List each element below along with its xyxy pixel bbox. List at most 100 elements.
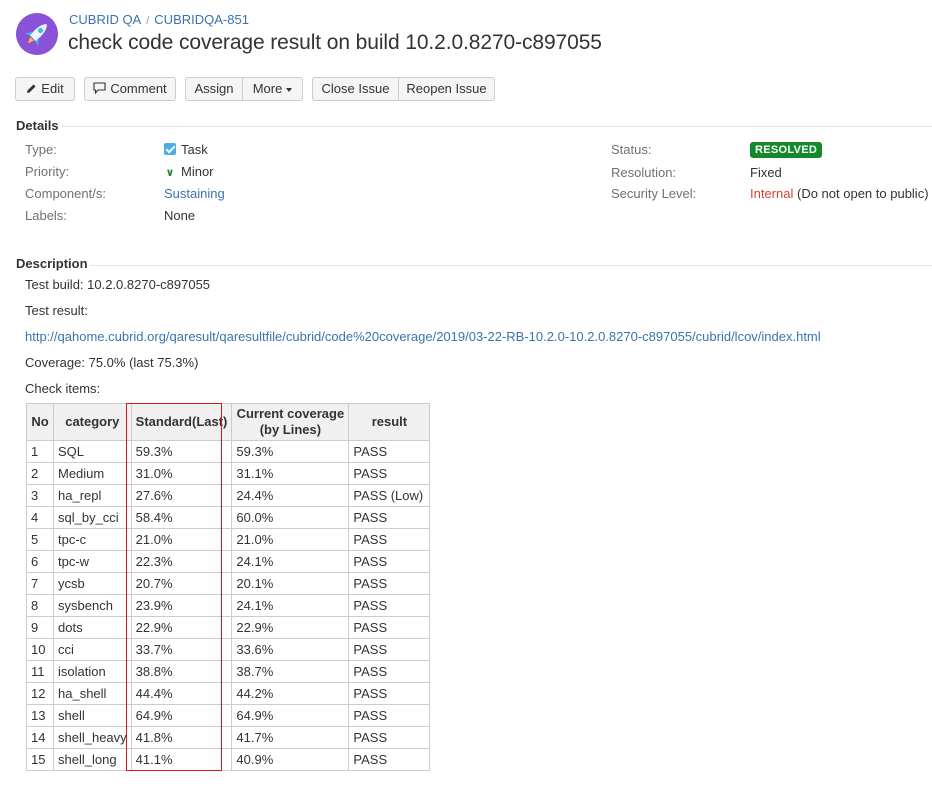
cell-category: dots: [53, 616, 132, 639]
cell-category: tpc-c: [53, 528, 132, 551]
table-row: 3 ha_repl 27.6% 24.4% PASS (Low): [26, 484, 431, 507]
more-button[interactable]: More: [242, 77, 303, 101]
cell-result: PASS: [348, 660, 431, 683]
reopen-issue-button[interactable]: Reopen Issue: [398, 77, 495, 101]
cell-standard: 41.8%: [130, 726, 233, 749]
col-header-result: result: [348, 403, 431, 441]
cell-category: cci: [53, 638, 132, 661]
table-row: 12 ha_shell 44.4% 44.2% PASS: [26, 682, 431, 705]
table-row: 11 isolation 38.8% 38.7% PASS: [26, 660, 431, 683]
table-row: 6 tpc-w 22.3% 24.1% PASS: [26, 550, 431, 573]
cell-standard: 33.7%: [130, 638, 233, 661]
cell-category: ycsb: [53, 572, 132, 595]
cell-category: sql_by_cci: [53, 506, 132, 529]
cell-result: PASS: [348, 616, 431, 639]
comment-button[interactable]: Comment: [84, 77, 176, 101]
components-label: Component/s:: [25, 186, 106, 201]
cell-no: 9: [26, 616, 54, 639]
type-value: Task: [164, 142, 208, 157]
task-icon: [164, 143, 176, 155]
coverage-text: Coverage: 75.0% (last 75.3%): [25, 355, 199, 370]
cell-standard: 20.7%: [130, 572, 233, 595]
security-level-note: (Do not open to public): [797, 186, 929, 201]
table-row: 5 tpc-c 21.0% 21.0% PASS: [26, 528, 431, 551]
project-avatar[interactable]: [16, 13, 58, 55]
cell-no: 11: [26, 660, 54, 683]
labels-label: Labels:: [25, 208, 67, 223]
component-link[interactable]: Sustaining: [164, 186, 225, 201]
cell-standard: 44.4%: [130, 682, 233, 705]
test-result-text: Test result:: [25, 303, 88, 318]
cell-standard: 38.8%: [130, 660, 233, 683]
cell-category: shell_long: [53, 748, 132, 771]
cell-current: 33.6%: [231, 638, 350, 661]
cell-current: 24.4%: [231, 484, 350, 507]
breadcrumb-issue-link[interactable]: CUBRIDQA-851: [154, 12, 249, 27]
priority-value: ∨ Minor: [164, 164, 214, 179]
type-text: Task: [181, 142, 208, 157]
cell-standard: 27.6%: [130, 484, 233, 507]
cell-current: 41.7%: [231, 726, 350, 749]
cell-result: PASS: [348, 704, 431, 727]
coverage-table: No category Standard(Last) Current cover…: [26, 403, 431, 771]
cell-category: shell_heavy: [53, 726, 132, 749]
description-divider: [90, 265, 932, 266]
cell-current: 20.1%: [231, 572, 350, 595]
col-header-no: No: [26, 403, 54, 441]
issue-title[interactable]: check code coverage result on build 10.2…: [68, 31, 602, 55]
cell-result: PASS: [348, 572, 431, 595]
priority-text: Minor: [181, 164, 214, 179]
security-level-value: Internal (Do not open to public): [750, 186, 929, 201]
cell-no: 1: [26, 440, 54, 463]
result-url-link[interactable]: http://qahome.cubrid.org/qaresult/qaresu…: [25, 329, 821, 344]
cell-result: PASS: [348, 726, 431, 749]
cell-current: 24.1%: [231, 550, 350, 573]
table-row: 14 shell_heavy 41.8% 41.7% PASS: [26, 726, 431, 749]
cell-no: 7: [26, 572, 54, 595]
table-row: 15 shell_long 41.1% 40.9% PASS: [26, 748, 431, 771]
table-header-row: No category Standard(Last) Current cover…: [26, 403, 431, 441]
cell-result: PASS: [348, 462, 431, 485]
type-label: Type:: [25, 142, 57, 157]
col-header-category: category: [53, 403, 132, 441]
table-row: 13 shell 64.9% 64.9% PASS: [26, 704, 431, 727]
close-issue-button[interactable]: Close Issue: [312, 77, 399, 101]
priority-label: Priority:: [25, 164, 70, 179]
cell-no: 13: [26, 704, 54, 727]
cell-no: 6: [26, 550, 54, 573]
cell-category: shell: [53, 704, 132, 727]
col-header-standard: Standard(Last): [130, 403, 233, 441]
cell-no: 12: [26, 682, 54, 705]
status-badge[interactable]: RESOLVED: [750, 142, 823, 158]
breadcrumb-project-link[interactable]: CUBRID QA: [69, 12, 141, 27]
cell-result: PASS: [348, 638, 431, 661]
cell-current: 24.1%: [231, 594, 350, 617]
table-row: 4 sql_by_cci 58.4% 60.0% PASS: [26, 506, 431, 529]
cell-current: 22.9%: [231, 616, 350, 639]
assign-button[interactable]: Assign: [185, 77, 243, 101]
table-row: 8 sysbench 23.9% 24.1% PASS: [26, 594, 431, 617]
edit-label: Edit: [41, 81, 64, 96]
labels-value: None: [164, 208, 196, 223]
status-value: RESOLVED: [750, 141, 823, 158]
col-header-current-coverage: Current coverage (by Lines): [231, 403, 350, 441]
table-row: 10 cci 33.7% 33.6% PASS: [26, 638, 431, 661]
cell-result: PASS: [348, 682, 431, 705]
cell-no: 5: [26, 528, 54, 551]
cell-standard: 58.4%: [130, 506, 233, 529]
cell-current: 40.9%: [231, 748, 350, 771]
security-level-text: Internal: [750, 186, 794, 201]
edit-button[interactable]: Edit: [15, 77, 75, 101]
table-row: 1 SQL 59.3% 59.3% PASS: [26, 440, 431, 463]
resolution-label: Resolution:: [611, 165, 677, 180]
cell-standard: 59.3%: [130, 440, 233, 463]
cell-category: ha_repl: [53, 484, 132, 507]
details-divider: [62, 126, 932, 127]
cell-no: 2: [26, 462, 54, 485]
cell-no: 15: [26, 748, 54, 771]
cell-category: SQL: [53, 440, 132, 463]
table-row: 7 ycsb 20.7% 20.1% PASS: [26, 572, 431, 595]
check-items-text: Check items:: [25, 381, 101, 396]
cell-result: PASS: [348, 550, 431, 573]
rocket-icon: [16, 13, 58, 55]
